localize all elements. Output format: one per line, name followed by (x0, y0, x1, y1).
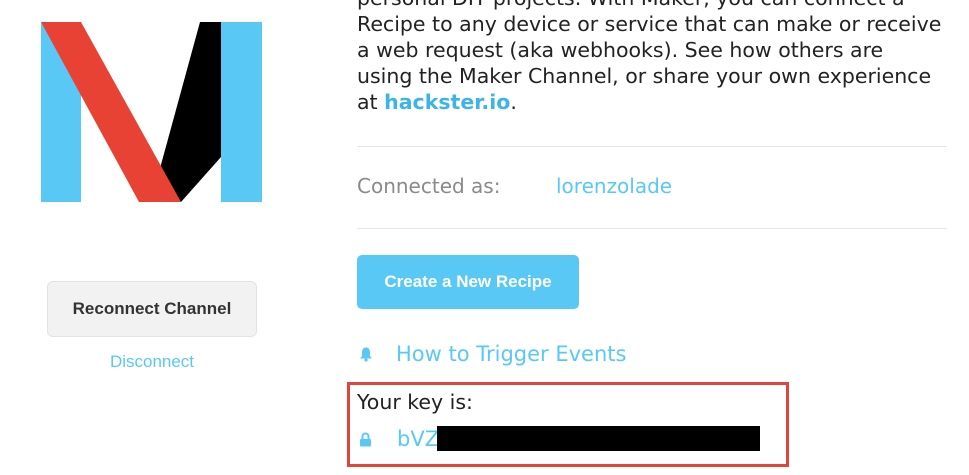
divider (357, 146, 947, 147)
divider (357, 228, 947, 229)
your-key-label: Your key is: (357, 390, 473, 414)
disconnect-link[interactable]: Disconnect (47, 352, 257, 372)
bell-icon (360, 347, 372, 362)
connected-username-link[interactable]: lorenzolade (556, 174, 672, 198)
description-line: using the Maker Channel, or share your o… (357, 64, 932, 88)
description-prefix: at (357, 90, 385, 114)
maker-channel-logo (41, 22, 262, 202)
hackster-link[interactable]: hackster.io (384, 90, 510, 114)
key-row: bVZ (357, 425, 439, 453)
lock-icon (360, 432, 371, 446)
description-line: a web request (aka webhooks). See how ot… (357, 38, 884, 62)
how-to-trigger-events-link[interactable]: How to Trigger Events (357, 340, 626, 368)
create-new-recipe-button[interactable]: Create a New Recipe (357, 255, 579, 309)
description-line: personal DIY projects. With Maker, you c… (357, 0, 957, 11)
description-line: at hackster.io. (357, 89, 957, 115)
redacted-key-bar (437, 426, 760, 451)
connected-as-label: Connected as: (357, 174, 501, 198)
description-line: Recipe to any device or service that can… (357, 12, 942, 36)
channel-description: personal DIY projects. With Maker, you c… (357, 0, 957, 115)
reconnect-channel-button[interactable]: Reconnect Channel (47, 281, 257, 337)
logo-black-stroke (159, 22, 221, 202)
description-suffix: . (510, 90, 517, 114)
key-value[interactable]: bVZ (397, 427, 439, 451)
logo-blue-right (221, 22, 262, 202)
how-to-trigger-events-label: How to Trigger Events (396, 342, 627, 366)
